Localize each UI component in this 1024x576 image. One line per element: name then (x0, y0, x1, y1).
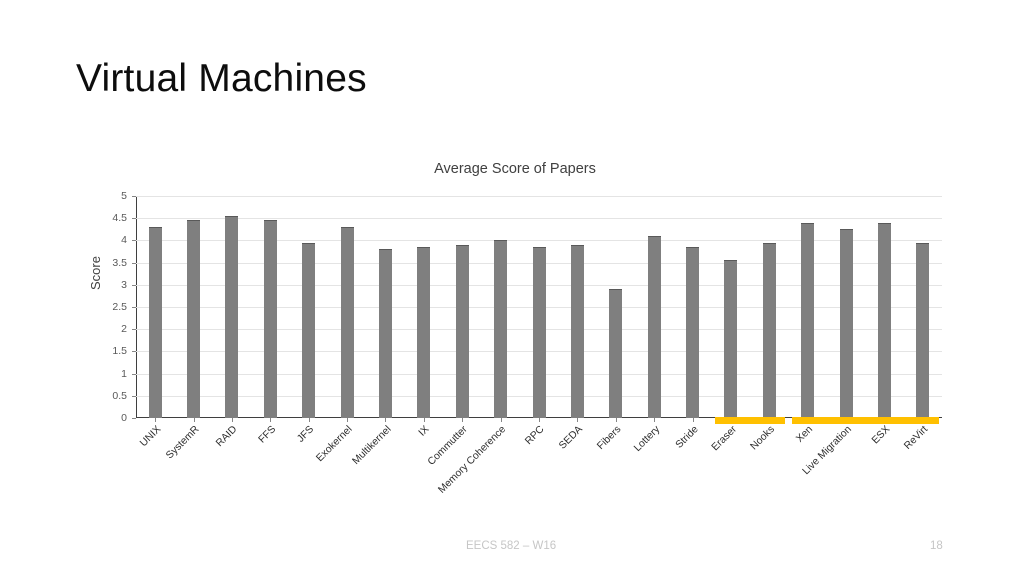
x-axis-tick-label: Xen (794, 424, 816, 445)
y-axis-tick (132, 240, 136, 242)
y-axis-tick-label: 5 (121, 190, 127, 202)
page-title: Virtual Machines (76, 57, 367, 100)
bar (724, 260, 738, 418)
bar (686, 247, 700, 418)
x-axis-tick-label: ESX (869, 424, 893, 447)
bar (340, 227, 354, 418)
bar (302, 242, 316, 418)
x-axis-tick-label: Fibers (595, 424, 624, 453)
footer-course-label: EECS 582 – W16 (466, 540, 557, 552)
chart-title: Average Score of Papers (434, 161, 596, 177)
bar (532, 247, 546, 418)
y-axis-tick-label: 2 (121, 323, 127, 336)
y-axis-tick-label: 0.5 (112, 389, 127, 402)
x-axis-tick-label: JFS (295, 424, 317, 445)
x-axis-tick (270, 418, 272, 422)
y-axis-tick (132, 351, 136, 353)
y-axis-tick (132, 218, 136, 220)
bar (609, 289, 623, 418)
y-axis-tick-label: 1 (121, 367, 127, 380)
x-axis-tick (385, 418, 387, 422)
slide-canvas: Virtual Machines Average Score of Papers… (0, 0, 1024, 576)
x-axis-tick (692, 418, 694, 422)
bar (877, 222, 891, 418)
y-axis-title: Score (88, 256, 103, 290)
y-axis-tick (132, 418, 136, 419)
bar (570, 244, 584, 418)
x-axis-tick (500, 418, 502, 422)
y-axis-tick-label: 1.5 (112, 345, 127, 358)
bar (801, 222, 815, 418)
x-axis-tick-label: Eraser (709, 424, 739, 454)
x-axis-tick-label: FFS (256, 424, 279, 446)
x-axis-tick (577, 418, 579, 422)
x-axis-tick-label: RPC (523, 424, 547, 448)
x-axis-tick (539, 418, 540, 422)
x-axis-tick-label: RAID (214, 424, 240, 450)
x-axis-tick (654, 418, 656, 422)
bar (225, 215, 239, 418)
highlight-band (791, 417, 939, 424)
x-axis-tick (347, 418, 349, 422)
gridline (136, 240, 942, 242)
y-axis-tick (132, 395, 136, 397)
x-axis-tick-label: Exokernel (314, 424, 355, 465)
y-axis-tick (132, 373, 136, 375)
y-axis-tick (132, 196, 136, 197)
y-axis-tick-label: 2.5 (112, 301, 127, 313)
x-axis-tick (155, 418, 157, 422)
y-axis-tick-label: 0 (121, 412, 127, 424)
x-axis-tick-label: IX (416, 424, 432, 439)
x-axis-tick-label: Memory Coherence (436, 424, 509, 496)
bar (378, 249, 392, 418)
bar (839, 229, 853, 418)
bar (647, 235, 661, 418)
x-axis-tick-label: Lottery (631, 424, 662, 455)
y-axis-tick (132, 307, 136, 308)
bar (187, 220, 201, 418)
y-axis-tick (132, 329, 136, 331)
y-axis-tick (132, 284, 136, 286)
bar (455, 244, 469, 418)
bar (494, 240, 508, 418)
bar (263, 220, 277, 418)
x-axis-tick (231, 418, 233, 422)
y-axis-tick-label: 4.5 (112, 212, 127, 225)
x-axis-tick-label: Multikernel (350, 424, 394, 467)
x-axis-tick (193, 418, 195, 422)
x-axis-tick-label: Stride (673, 424, 701, 451)
x-axis-tick (423, 418, 425, 422)
bar (148, 227, 162, 418)
x-axis-tick-label: ReVirt (902, 424, 931, 452)
x-axis-tick (308, 418, 310, 422)
y-axis-tick-label: 3.5 (112, 256, 127, 269)
bar (916, 242, 930, 418)
footer-page-number: 18 (930, 540, 943, 552)
bar-chart: Average Score of Papers Score 0 0.5 1 1.5 2 2… (70, 155, 960, 515)
x-axis-tick-label: Nooks (748, 424, 778, 453)
y-axis-tick (132, 262, 136, 264)
bar (762, 242, 776, 418)
y-axis-tick-label: 4 (121, 234, 127, 247)
gridline (136, 218, 942, 220)
gridline (136, 196, 942, 197)
x-axis-tick (615, 418, 617, 422)
plot-area: 0 0.5 1 1.5 2 2.5 3 3.5 4 4.5 5 UNIX SystemR RAID FFS… (112, 190, 942, 496)
bar (417, 247, 431, 418)
highlight-band (714, 417, 786, 424)
x-axis-tick-label: SystemR (164, 424, 202, 462)
x-axis-tick-label: UNIX (137, 424, 163, 450)
x-axis-tick (462, 418, 464, 422)
y-axis-tick-label: 3 (121, 278, 127, 291)
x-axis-tick-label: SEDA (557, 424, 586, 452)
